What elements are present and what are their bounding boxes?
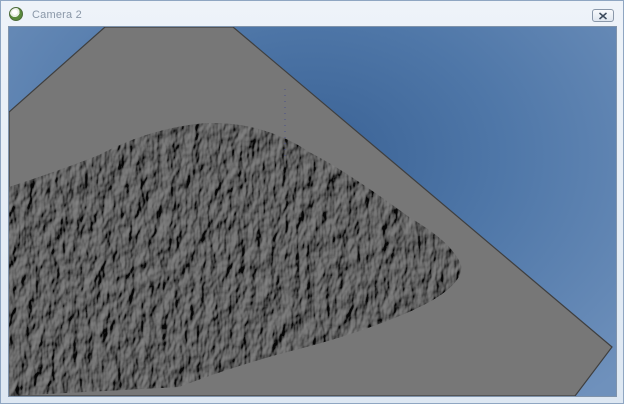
window-title: Camera 2 [32,9,82,21]
close-button[interactable] [592,9,614,22]
terrain-render [9,27,613,396]
camera-window: Camera 2 [0,0,624,404]
3d-viewport[interactable] [8,26,617,397]
title-bar[interactable]: Camera 2 [1,1,623,27]
app-icon [9,7,23,21]
close-icon [599,11,607,20]
